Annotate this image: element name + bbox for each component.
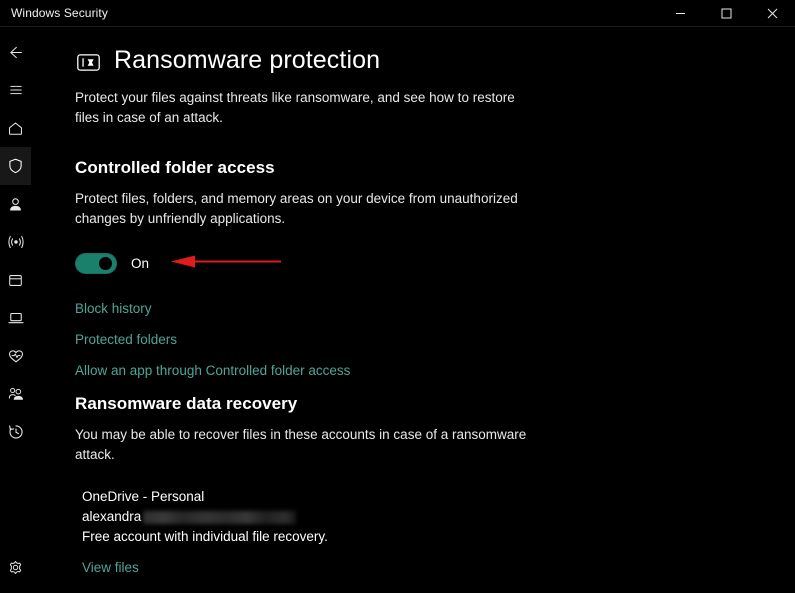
account-note: Free account with individual file recove…: [82, 529, 328, 544]
home-icon: [9, 121, 22, 135]
account-name: OneDrive - Personal: [82, 489, 205, 504]
sidebar-item-protection-history[interactable]: [0, 413, 31, 451]
sidebar-item-device-security[interactable]: [0, 299, 31, 337]
account-email-prefix: alexandra: [82, 509, 142, 524]
page-description: Protect your files against threats like …: [75, 90, 515, 125]
sidebar-item-account-protection[interactable]: [0, 185, 31, 223]
title-bar: Windows Security: [0, 0, 795, 27]
gear-icon: [9, 560, 22, 574]
page-title: Ransomware protection: [114, 46, 381, 75]
wifi-signal-icon: [7, 235, 24, 249]
windows-security-window: Windows Security Ransomware protection P…: [0, 0, 795, 593]
account-email-row: alexandra: [82, 507, 795, 527]
link-protected-folders[interactable]: Protected folders: [75, 331, 177, 349]
window-body: Ransomware protection Protect your files…: [0, 27, 795, 593]
content-pane: Ransomware protection Protect your files…: [31, 27, 795, 593]
link-allow-app-through-controlled-folder-access[interactable]: Allow an app through Controlled folder a…: [75, 362, 350, 380]
person-icon: [10, 197, 21, 210]
caption-button-group: [657, 0, 795, 26]
red-arrow-annotation: [171, 255, 281, 268]
app-window-icon: [9, 274, 22, 286]
controlled-folder-access-toggle[interactable]: [75, 252, 117, 274]
back-arrow-icon: [10, 46, 22, 58]
ransomware-data-recovery-title: Ransomware data recovery: [75, 394, 298, 413]
link-block-history[interactable]: Block history: [75, 300, 152, 318]
rail-spacer: [0, 451, 31, 548]
window-title: Windows Security: [11, 6, 108, 20]
laptop-icon: [7, 312, 24, 324]
shield-icon: [9, 158, 22, 174]
family-people-icon: [8, 387, 23, 400]
sidebar-item-device-performance-health[interactable]: [0, 337, 31, 375]
close-icon: [767, 8, 777, 18]
sidebar-item-menu[interactable]: [0, 71, 31, 109]
controlled-folder-access-title: Controlled folder access: [75, 158, 275, 177]
sidebar-item-settings[interactable]: [0, 548, 31, 586]
heart-pulse-icon: [8, 350, 23, 363]
controlled-folder-access-links: Block history Protected folders Allow an…: [75, 300, 795, 380]
minimize-icon: [675, 12, 685, 14]
onedrive-account-card: OneDrive - Personal alexandra Free accou…: [75, 487, 795, 577]
close-button[interactable]: [749, 0, 795, 26]
sidebar-item-virus-threat-protection[interactable]: [0, 147, 31, 185]
page-header: Ransomware protection: [75, 47, 795, 75]
account-email-redacted: [143, 510, 297, 524]
link-view-files[interactable]: View files: [82, 559, 139, 577]
maximize-icon: [721, 8, 731, 18]
sidebar-item-app-browser-control[interactable]: [0, 261, 31, 299]
sidebar-item-family-options[interactable]: [0, 375, 31, 413]
controlled-folder-access-toggle-row: On: [75, 251, 795, 275]
ransomware-protection-icon: [75, 49, 101, 75]
back-button[interactable]: [0, 33, 31, 71]
maximize-button[interactable]: [703, 0, 749, 26]
minimize-button[interactable]: [657, 0, 703, 26]
sidebar-item-home[interactable]: [0, 109, 31, 147]
toggle-knob: [99, 256, 112, 270]
controlled-folder-access-description: Protect files, folders, and memory areas…: [75, 191, 518, 226]
sidebar-item-firewall-network-protection[interactable]: [0, 223, 31, 261]
ransomware-data-recovery-description: You may be able to recover files in thes…: [75, 427, 527, 462]
toggle-state-label: On: [131, 255, 150, 271]
hamburger-menu-icon: [9, 85, 22, 95]
navigation-rail: [0, 27, 31, 593]
history-clock-icon: [8, 425, 23, 439]
